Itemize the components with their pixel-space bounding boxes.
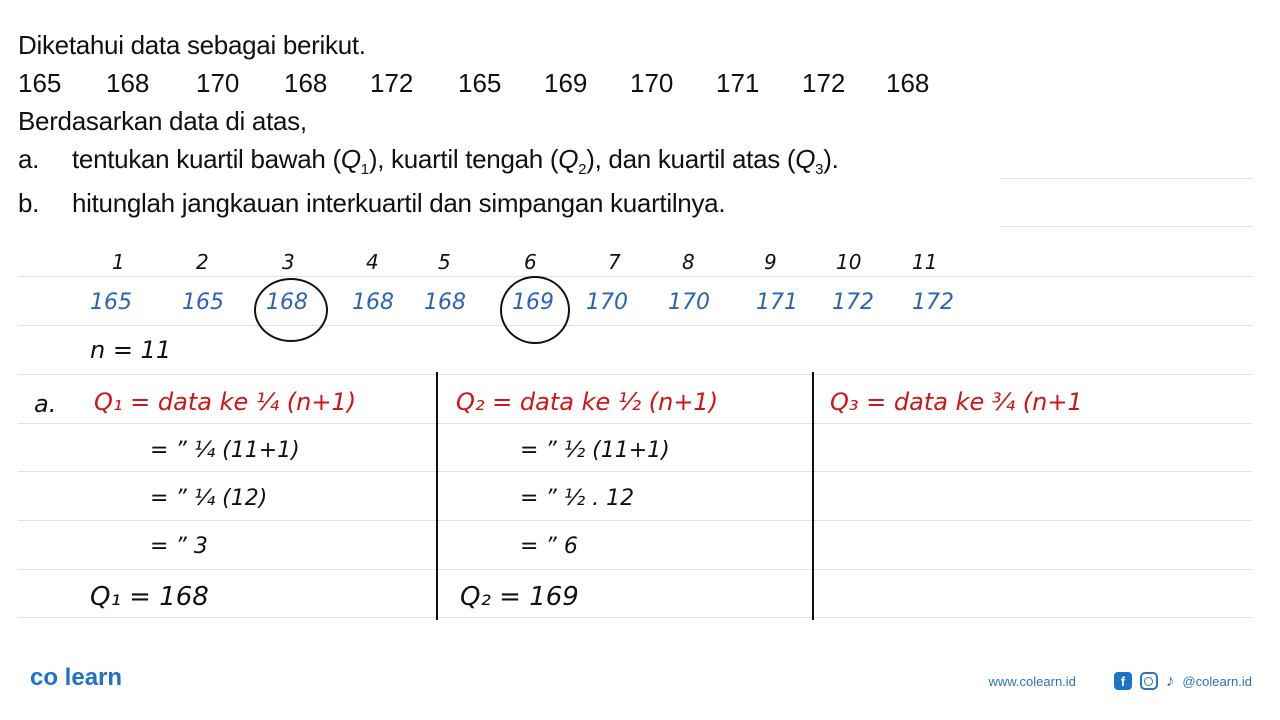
q1-result: Q₁ = 168	[90, 582, 209, 612]
index-label: 9	[764, 250, 777, 274]
data-value: 165	[458, 68, 502, 98]
q1-step: = ” ¼ (12)	[150, 486, 268, 511]
sorted-value: 170	[586, 290, 628, 315]
sorted-value: 168	[424, 290, 466, 315]
part-a-text: ), dan kuartil atas (	[586, 144, 796, 174]
sorted-value: 171	[756, 290, 798, 315]
data-value: 165	[18, 68, 62, 98]
index-label: 6	[524, 250, 537, 274]
n-count: n = 11	[90, 336, 172, 364]
index-label: 8	[682, 250, 695, 274]
ruled-line	[18, 617, 1252, 618]
q1-formula: Q₁ = data ke ¼ (n+1)	[94, 388, 357, 416]
q1-step: = ” ¼ (11+1)	[150, 438, 300, 463]
part-a-work-label: a.	[34, 390, 57, 418]
social-handle[interactable]: @colearn.id	[1182, 674, 1252, 689]
data-value: 170	[630, 68, 674, 98]
q2-step: = ” 6	[520, 534, 578, 559]
index-label: 2	[196, 250, 209, 274]
problem-intro: Diketahui data sebagai berikut.	[18, 30, 366, 60]
ruled-line	[18, 471, 1252, 472]
data-value: 168	[284, 68, 328, 98]
data-value: 171	[716, 68, 760, 98]
ruled-line	[18, 325, 1252, 326]
column-divider	[436, 372, 438, 620]
sorted-value: 172	[832, 290, 874, 315]
index-label: 1	[112, 250, 125, 274]
data-value: 168	[886, 68, 930, 98]
website-link[interactable]: www.colearn.id	[988, 674, 1075, 689]
q3-symbol: Q	[795, 144, 816, 174]
data-value: 169	[544, 68, 588, 98]
part-a-text: ).	[823, 144, 839, 174]
q2-symbol: Q	[558, 144, 579, 174]
column-divider	[812, 372, 814, 620]
based-on-text: Berdasarkan data di atas,	[18, 106, 307, 136]
q3-subscript: 3	[815, 161, 824, 179]
sorted-value: 165	[182, 290, 224, 315]
ruled-line	[18, 374, 1252, 375]
ruled-line	[18, 569, 1252, 570]
data-value: 170	[196, 68, 240, 98]
q3-formula: Q₃ = data ke ¾ (n+1	[830, 388, 1083, 416]
index-label: 10	[836, 250, 862, 274]
data-value: 172	[370, 68, 414, 98]
part-a-text: ), kuartil tengah (	[368, 144, 559, 174]
q2-subscript: 2	[578, 161, 587, 179]
q2-step: = ” ½ (11+1)	[520, 438, 670, 463]
instagram-icon[interactable]	[1139, 672, 1158, 690]
data-value: 172	[802, 68, 846, 98]
sorted-value: 168	[352, 290, 394, 315]
q2-highlight-circle	[500, 276, 570, 344]
facebook-icon[interactable]: f	[1113, 672, 1132, 690]
ruled-line	[1000, 226, 1252, 227]
colearn-logo: co learn	[30, 664, 123, 691]
q1-highlight-circle	[254, 278, 328, 342]
index-label: 3	[282, 250, 295, 274]
q2-step: = ” ½ . 12	[520, 486, 635, 511]
index-label: 4	[366, 250, 379, 274]
q1-step: = ” 3	[150, 534, 208, 559]
part-b-question: b. hitunglah jangkauan interkuartil dan s…	[18, 188, 726, 218]
ruled-line	[1000, 178, 1252, 179]
data-value: 168	[106, 68, 150, 98]
part-a-label: a.	[18, 144, 40, 174]
ruled-line	[18, 423, 1252, 424]
tiktok-icon[interactable]: ♪	[1166, 671, 1175, 690]
q1-symbol: Q	[340, 144, 361, 174]
sorted-value: 172	[912, 290, 954, 315]
part-b-text: hitunglah jangkauan interkuartil dan sim…	[72, 188, 726, 218]
index-label: 11	[912, 250, 938, 274]
part-b-label: b.	[18, 188, 40, 218]
ruled-line	[18, 520, 1252, 521]
sorted-value: 165	[90, 290, 132, 315]
q2-formula: Q₂ = data ke ½ (n+1)	[456, 388, 719, 416]
q2-result: Q₂ = 169	[460, 582, 579, 612]
index-label: 7	[608, 250, 621, 274]
sorted-value: 170	[668, 290, 710, 315]
index-label: 5	[438, 250, 451, 274]
part-a-question: a. tentukan kuartil bawah (Q1), kuartil t…	[18, 144, 839, 185]
footer-links: www.colearn.id f ♪ @colearn.id	[988, 671, 1252, 690]
q1-subscript: 1	[360, 161, 369, 179]
ruled-line	[18, 276, 1252, 277]
part-a-text: tentukan kuartil bawah (	[72, 144, 341, 174]
